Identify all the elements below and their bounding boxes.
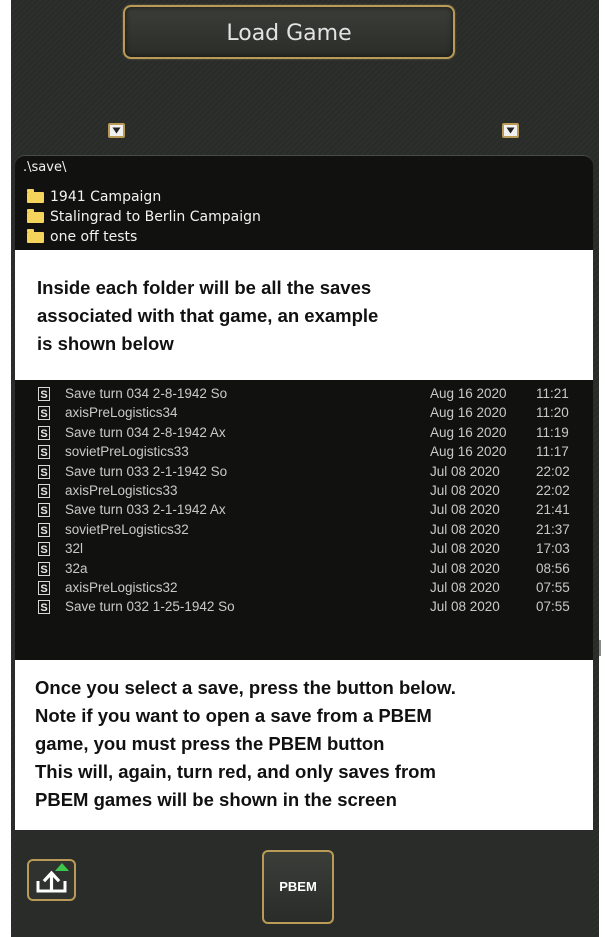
save-name: sovietPreLogistics33 bbox=[65, 444, 189, 460]
save-file-icon: S bbox=[38, 503, 50, 518]
save-time: 11:21 bbox=[536, 386, 569, 401]
save-row[interactable]: S Save turn 032 1-25-1942 So Jul 08 2020 07… bbox=[38, 599, 598, 617]
folder-icon bbox=[27, 188, 44, 203]
save-time: 21:37 bbox=[536, 521, 570, 537]
annotation-line: Once you select a save, press the button… bbox=[35, 677, 456, 698]
annotation-line: game, you must press the PBEM button bbox=[35, 733, 385, 754]
save-name: axisPreLogistics33 bbox=[65, 483, 178, 498]
save-file-icon: S bbox=[38, 542, 50, 557]
save-file-icon: S bbox=[38, 406, 50, 421]
save-date: Jul 08 2020 bbox=[430, 541, 500, 557]
save-row[interactable]: S 32l Jul 08 2020 17:03 bbox=[38, 541, 598, 559]
load-game-title-button[interactable]: Load Game bbox=[123, 5, 455, 59]
save-time: 17:03 bbox=[536, 541, 570, 557]
save-row[interactable]: S Save turn 034 2-8-1942 So Aug 16 2020 11:… bbox=[38, 386, 598, 404]
annotation-line: Inside each folder will be all the saves bbox=[37, 277, 372, 298]
save-date: Aug 16 2020 bbox=[430, 405, 507, 421]
save-file-icon: S bbox=[38, 387, 50, 401]
save-file-icon: S bbox=[38, 561, 50, 576]
save-date: Jul 08 2020 bbox=[430, 483, 500, 498]
save-time: 11:17 bbox=[536, 444, 569, 460]
pbem-button[interactable]: PBEM bbox=[262, 850, 334, 924]
save-file-icon: S bbox=[38, 425, 50, 440]
folder-icon bbox=[27, 228, 44, 243]
save-time: 07:55 bbox=[536, 599, 570, 615]
save-row[interactable]: S Save turn 033 2-1-1942 Ax Jul 08 2020 21:… bbox=[38, 502, 598, 520]
save-date: Jul 08 2020 bbox=[430, 502, 500, 518]
annotation-line: is shown below bbox=[37, 333, 174, 354]
save-row[interactable]: SaxisPreLogistics33 Jul 08 2020 22:02 bbox=[38, 483, 598, 501]
dropdown-right-button[interactable] bbox=[502, 123, 519, 138]
save-name: Save turn 033 2-1-1942 So bbox=[65, 463, 228, 479]
save-date: Jul 08 2020 bbox=[430, 560, 500, 576]
save-name: 32a bbox=[65, 560, 88, 576]
folder-label: 1941 Campaign bbox=[50, 189, 162, 205]
load-save-button[interactable] bbox=[27, 859, 76, 901]
save-name: axisPreLogistics34 bbox=[65, 405, 178, 421]
save-date: Aug 16 2020 bbox=[430, 386, 507, 401]
save-time: 22:02 bbox=[536, 483, 570, 498]
folder-item-1941-campaign[interactable]: 1941 Campaign bbox=[27, 188, 162, 205]
save-row[interactable]: S Save turn 033 2-1-1942 So Jul 08 2020 22:… bbox=[38, 464, 598, 482]
save-time: 08:56 bbox=[536, 560, 570, 576]
upload-icon bbox=[36, 863, 69, 893]
save-name: axisPreLogistics32 bbox=[65, 580, 178, 595]
current-path: .\save\ bbox=[23, 160, 67, 175]
save-name: Save turn 034 2-8-1942 Ax bbox=[65, 424, 226, 440]
save-row[interactable]: S Save turn 034 2-8-1942 Ax Aug 16 2020 11:… bbox=[38, 425, 598, 443]
save-date: Aug 16 2020 bbox=[430, 444, 507, 460]
folder-label: Stalingrad to Berlin Campaign bbox=[50, 209, 261, 225]
save-time: 11:20 bbox=[536, 405, 569, 421]
save-file-icon: S bbox=[38, 484, 50, 498]
folder-label: one off tests bbox=[50, 229, 138, 245]
annotation-load-instructions: Once you select a save, press the button… bbox=[15, 660, 593, 830]
save-date: Jul 08 2020 bbox=[430, 463, 500, 479]
save-date: Jul 08 2020 bbox=[430, 580, 500, 595]
save-row[interactable]: SsovietPreLogistics32 Jul 08 2020 21:37 bbox=[38, 522, 598, 540]
save-name: Save turn 033 2-1-1942 Ax bbox=[65, 502, 226, 518]
save-time: 21:41 bbox=[536, 502, 570, 518]
annotation-line: This will, again, turn red, and only sav… bbox=[35, 761, 436, 782]
save-date: Jul 08 2020 bbox=[430, 521, 500, 537]
save-row[interactable]: S 32a Jul 08 2020 08:56 bbox=[38, 561, 598, 579]
save-time: 22:02 bbox=[536, 463, 570, 479]
save-name: sovietPreLogistics32 bbox=[65, 521, 189, 537]
annotation-line: associated with that game, an example bbox=[37, 305, 379, 326]
save-time: 11:19 bbox=[536, 424, 569, 440]
save-row[interactable]: SaxisPreLogistics34 Aug 16 2020 11:20 bbox=[38, 405, 598, 423]
save-file-icon: S bbox=[38, 464, 50, 479]
annotation-line: PBEM games will be shown in the screen bbox=[35, 789, 397, 810]
save-name: 32l bbox=[65, 541, 84, 557]
save-row[interactable]: SsovietPreLogistics33 Aug 16 2020 11:17 bbox=[38, 444, 598, 462]
save-file-icon: S bbox=[38, 445, 50, 460]
save-file-icon: S bbox=[38, 600, 50, 615]
dropdown-left-button[interactable] bbox=[108, 123, 125, 138]
save-date: Aug 16 2020 bbox=[430, 424, 507, 440]
save-date: Jul 08 2020 bbox=[430, 599, 500, 615]
folder-item-stalingrad-to-berlin[interactable]: Stalingrad to Berlin Campaign bbox=[27, 208, 261, 225]
chevron-down-icon bbox=[112, 127, 121, 134]
save-name: Save turn 032 1-25-1942 So bbox=[65, 599, 235, 615]
scrollbar-thumb[interactable] bbox=[599, 640, 601, 656]
save-row[interactable]: SaxisPreLogistics32 Jul 08 2020 07:55 bbox=[38, 580, 598, 598]
annotation-line: Note if you want to open a save from a P… bbox=[35, 705, 432, 726]
folder-item-one-off-tests[interactable]: one off tests bbox=[27, 228, 138, 245]
folder-icon bbox=[27, 208, 44, 223]
save-time: 07:55 bbox=[536, 580, 570, 595]
save-file-icon: S bbox=[38, 581, 50, 595]
chevron-down-icon bbox=[506, 127, 515, 134]
annotation-folders: Inside each folder will be all the saves… bbox=[15, 250, 593, 380]
save-name: Save turn 034 2-8-1942 So bbox=[65, 386, 228, 401]
save-file-icon: S bbox=[38, 522, 50, 537]
